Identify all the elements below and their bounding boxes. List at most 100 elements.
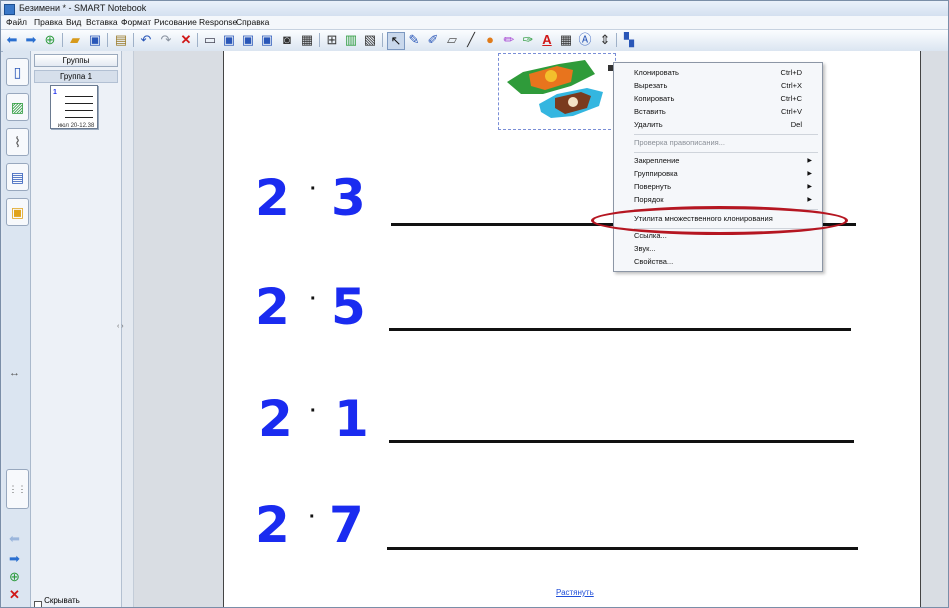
auto-hide-option[interactable]: Скрывать автоматическ — [34, 596, 121, 607]
expression-left-1: 2 — [255, 169, 290, 227]
page-sorter-tab[interactable]: ▯ — [6, 58, 29, 86]
auto-hide-label: Скрывать автоматическ — [44, 596, 95, 607]
monitor-icon[interactable]: ▣ — [240, 32, 256, 48]
answer-line-2[interactable] — [389, 328, 851, 331]
menu-locking[interactable]: Закрепление ▶ — [634, 155, 816, 167]
page-sorter-panel: Группы Группа 1 1 июл 20-12.38 Скрывать … — [31, 51, 122, 607]
menu-edit[interactable]: Правка — [34, 17, 63, 27]
expression-right-1: 3 — [331, 169, 366, 227]
creative-pen-icon[interactable]: ✐ — [425, 32, 441, 48]
line-icon[interactable]: ╱ — [463, 32, 479, 48]
highlight-ellipse — [591, 206, 848, 235]
eraser-icon[interactable]: ▱ — [444, 32, 460, 48]
fill-icon[interactable]: ✑ — [520, 32, 536, 48]
document-camera-icon[interactable]: ◙ — [279, 32, 295, 48]
next-page-icon[interactable]: ➡ — [9, 551, 20, 567]
menu-delete[interactable]: Удалить Del — [634, 119, 816, 131]
shape-icon[interactable]: ● — [482, 32, 498, 48]
menu-bar: Файл Правка Вид Вставка Формат Рисование… — [1, 16, 948, 30]
candy-image[interactable] — [498, 53, 616, 130]
group-label[interactable]: Группа 1 — [34, 70, 118, 83]
menu-format[interactable]: Формат — [121, 17, 151, 27]
menu-copy[interactable]: Копировать Ctrl+C — [634, 93, 816, 105]
grip-icon: ⋮⋮ — [8, 483, 27, 494]
side-tabs: ▯ ▨ ⌇ ▤ ▣ ↔ ⋮⋮ ⬅ ➡ ⊕ ✕ — [3, 51, 31, 607]
expression-right-3: 1 — [334, 390, 369, 448]
save-icon[interactable]: ▣ — [87, 32, 103, 48]
table-insert-icon[interactable]: ⊞ — [324, 32, 340, 48]
display-icon[interactable]: ▣ — [221, 32, 237, 48]
redo-icon[interactable]: ↷ — [158, 32, 174, 48]
auto-hide-checkbox[interactable] — [34, 600, 43, 607]
properties-icon[interactable]: ▦ — [558, 32, 574, 48]
thumb-text: 1 — [53, 89, 57, 96]
menu-help[interactable]: Справка — [236, 17, 269, 27]
stretch-link[interactable]: Растянуть — [556, 588, 594, 597]
menu-view[interactable]: Вид — [66, 17, 81, 27]
recognize-icon[interactable]: Ⓐ — [577, 32, 593, 48]
title-bar: Безимени * - SMART Notebook — [1, 1, 948, 16]
screen-shade-icon[interactable]: ▭ — [202, 32, 218, 48]
text-icon[interactable]: A — [539, 32, 555, 48]
open-icon[interactable]: ▰ — [67, 32, 83, 48]
delete-page-icon[interactable]: ✕ — [9, 587, 20, 603]
select-icon[interactable]: ↖ — [387, 32, 405, 50]
add-page-sidebar-icon[interactable]: ⊕ — [9, 569, 20, 585]
menu-file[interactable]: Файл — [6, 17, 27, 27]
submenu-arrow-icon: ▶ — [807, 158, 812, 164]
menu-spellcheck: Проверка правописания... — [634, 138, 725, 147]
addons-tab[interactable]: ▣ — [6, 198, 29, 226]
submenu-arrow-icon: ▶ — [807, 184, 812, 190]
menu-grouping[interactable]: Группировка ▶ — [634, 168, 816, 180]
expression-right-4: 7 — [329, 496, 364, 554]
addon-icon: ▣ — [10, 203, 25, 220]
multiply-dot-2: · — [310, 288, 317, 310]
answer-line-3[interactable] — [389, 440, 854, 443]
delete-icon[interactable]: ✕ — [178, 32, 194, 48]
paste-icon[interactable]: ▤ — [113, 32, 129, 48]
submenu-arrow-icon: ▶ — [807, 171, 812, 177]
menu-paste[interactable]: Вставить Ctrl+V — [634, 106, 816, 118]
move-sidebar-icon[interactable]: ↔ — [9, 367, 20, 379]
menu-draw[interactable]: Рисование — [154, 17, 197, 27]
table-icon[interactable]: ▣ — [259, 32, 275, 48]
add-page-icon[interactable]: ⊕ — [42, 32, 58, 48]
thumbnail-caption: июл 20-12.38 — [57, 123, 95, 129]
multiply-dot-3: · — [310, 400, 317, 422]
context-menu: Клонировать Ctrl+D Вырезать Ctrl+X Копиров… — [613, 62, 823, 272]
customize-icon[interactable]: ▚ — [621, 32, 637, 48]
properties-tab[interactable]: ▤ — [6, 163, 29, 191]
menu-separator — [634, 134, 818, 135]
candy-picture — [507, 60, 603, 118]
multiply-dot-1: · — [310, 178, 317, 200]
prev-page-icon[interactable]: ⬅ — [9, 531, 20, 547]
back-icon[interactable]: ⬅ — [4, 32, 20, 48]
menu-properties[interactable]: Свойства... — [634, 256, 816, 268]
menu-response[interactable]: Response — [199, 17, 237, 27]
customize-page-icon[interactable]: ▧ — [362, 32, 378, 48]
font-size-icon[interactable]: ⇕ — [597, 32, 613, 48]
collapse-tab[interactable]: ⋮⋮ — [6, 469, 29, 509]
forward-icon[interactable]: ➡ — [23, 32, 39, 48]
attachments-tab[interactable]: ⌇ — [6, 128, 29, 156]
menu-separator — [634, 152, 818, 153]
magic-pen-icon[interactable]: ✏ — [501, 32, 517, 48]
collapse-panel-icon[interactable]: ‹ › — [117, 323, 124, 330]
insert-icon[interactable]: ▥ — [343, 32, 359, 48]
menu-order[interactable]: Порядок ▶ — [634, 194, 816, 206]
app-window: Безимени * - SMART Notebook Файл Правка … — [0, 0, 949, 608]
multiply-dot-4: · — [309, 506, 316, 528]
capture-icon[interactable]: ▦ — [299, 32, 315, 48]
answer-line-4[interactable] — [387, 547, 858, 550]
groups-button[interactable]: Группы — [34, 54, 118, 67]
page-icon: ▯ — [13, 63, 22, 80]
menu-rotate[interactable]: Повернуть ▶ — [634, 181, 816, 193]
menu-insert[interactable]: Вставка — [86, 17, 118, 27]
undo-icon[interactable]: ↶ — [138, 32, 154, 48]
menu-cut[interactable]: Вырезать Ctrl+X — [634, 80, 816, 92]
pen-icon[interactable]: ✎ — [406, 32, 422, 48]
gallery-tab[interactable]: ▨ — [6, 93, 29, 121]
menu-clone[interactable]: Клонировать Ctrl+D — [634, 67, 816, 79]
menu-sound[interactable]: Звук... — [634, 243, 816, 255]
app-icon — [4, 4, 15, 15]
